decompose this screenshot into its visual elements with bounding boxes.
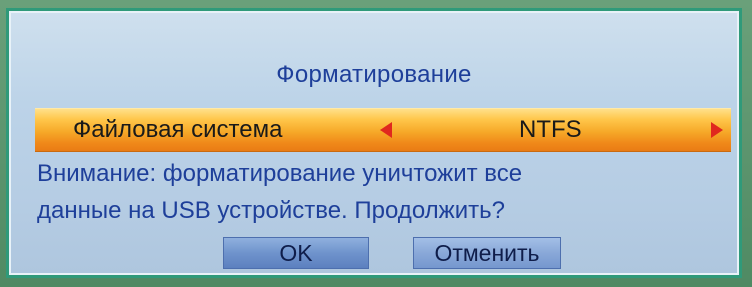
filesystem-selector[interactable]: Файловая система NTFS [35, 108, 731, 152]
ok-button[interactable]: OK [223, 237, 369, 269]
cancel-button[interactable]: Отменить [413, 237, 561, 269]
format-dialog: Форматирование Файловая система NTFS Вни… [6, 8, 742, 278]
arrow-right-icon[interactable] [711, 122, 723, 138]
tv-screen: Форматирование Файловая система NTFS Вни… [0, 0, 752, 287]
arrow-left-icon[interactable] [380, 122, 392, 138]
warning-line-2: данные на USB устройстве. Продолжить? [37, 197, 505, 224]
dialog-title: Форматирование [276, 61, 472, 88]
warning-message: Внимание: форматирование уничтожит все д… [37, 155, 727, 229]
filesystem-label: Файловая система [73, 116, 283, 143]
warning-line-1: Внимание: форматирование уничтожит все [37, 160, 523, 187]
filesystem-value: NTFS [519, 116, 582, 143]
